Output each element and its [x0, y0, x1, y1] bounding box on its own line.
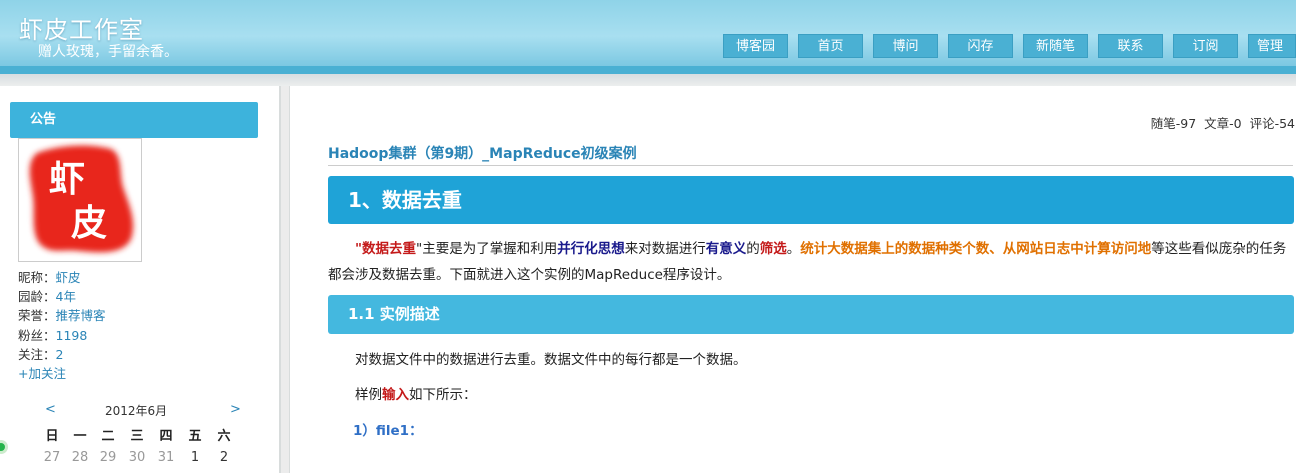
fans-link[interactable]: 1198: [56, 328, 88, 343]
highlight-text: 统计大数据集上的数据种类个数: [800, 241, 990, 257]
site-title[interactable]: 虾皮工作室: [19, 10, 144, 45]
calendar-weekday: 一: [73, 429, 87, 444]
calendar-weekday: 日: [45, 429, 59, 444]
calendar-month: 2012年6月: [105, 404, 168, 418]
info-label: 关注：: [18, 347, 56, 362]
text-span: 来对数据进行: [624, 241, 706, 257]
post-title[interactable]: Hadoop集群（第9期）_MapReduce初级案例: [328, 143, 637, 163]
calendar-day[interactable]: 28: [69, 450, 91, 465]
text-span: 如下所示：: [409, 387, 477, 403]
nav-ask[interactable]: 博问: [873, 34, 938, 58]
main-content: 随笔-97 文章-0 评论-54 Hadoop集群（第9期）_MapReduce…: [289, 86, 1296, 473]
highlight-text: 数据去重: [362, 241, 417, 257]
calendar-next-button[interactable]: >: [230, 402, 241, 417]
honor-link[interactable]: 推荐博客: [56, 308, 106, 323]
text-span: 、: [989, 241, 1003, 257]
subsection-heading: 1.1 实例描述: [328, 295, 1294, 334]
calendar-day[interactable]: 27: [41, 450, 63, 465]
age-link[interactable]: 4年: [56, 289, 76, 304]
following-link[interactable]: 2: [56, 347, 64, 362]
blog-stats: 随笔-97 文章-0 评论-54: [1150, 116, 1295, 131]
follow-button[interactable]: +加关注: [18, 363, 66, 382]
nav-admin[interactable]: 管理: [1248, 34, 1296, 58]
calendar-weekday: 五: [188, 429, 202, 444]
info-label: 荣誉：: [18, 308, 56, 323]
file-label: 1）file1：: [353, 423, 423, 439]
calendar-day[interactable]: 30: [126, 450, 148, 465]
calendar-day[interactable]: 31: [155, 450, 177, 465]
avatar-char-2: 皮: [71, 202, 107, 244]
title-divider: [328, 165, 1293, 166]
nav-subscribe[interactable]: 订阅: [1173, 34, 1238, 58]
text-span: 的: [746, 241, 760, 257]
calendar-day[interactable]: 29: [97, 450, 119, 465]
calendar-weekday: 三: [130, 429, 144, 444]
text-span: ": [355, 241, 363, 257]
intro-paragraph: "数据去重"主要是为了掌握和利用并行化思想来对数据进行有意义的筛选。统计大数据集…: [328, 236, 1293, 288]
nav-new-post[interactable]: 新随笔: [1023, 34, 1088, 58]
calendar-weekday: 六: [217, 429, 231, 444]
calendar-weekday: 二: [101, 429, 115, 444]
info-label: 粉丝：: [18, 328, 56, 343]
notice-title: 公告: [10, 102, 258, 138]
avatar-image: 虾 皮: [29, 145, 134, 253]
top-nav: 博客园 首页 博问 闪存 新随笔 联系 订阅 管理: [713, 34, 1296, 58]
highlight-text: 从网站日志中计算访问地: [1002, 241, 1152, 257]
calendar-prev-button[interactable]: <: [45, 402, 56, 417]
sidebar: 公告 虾 皮 昵称：虾皮 园龄：4年 荣誉：推荐博客 粉丝：1198 关注：2 …: [0, 86, 281, 473]
text-span: 样例: [355, 387, 382, 403]
status-dot-icon[interactable]: [0, 440, 8, 454]
highlight-text: 并行化思想: [557, 241, 625, 257]
info-fans: 粉丝：1198: [18, 325, 87, 344]
avatar[interactable]: 虾 皮: [18, 138, 142, 262]
header-shadow: [0, 74, 1296, 86]
info-honor: 荣誉：推荐博客: [18, 305, 106, 324]
avatar-char-1: 虾: [49, 158, 85, 200]
info-label: 园龄：: [18, 289, 56, 304]
info-following: 关注：2: [18, 344, 63, 363]
site-header: 虾皮工作室 赠人玫瑰，手留余香。 博客园 首页 博问 闪存 新随笔 联系 订阅 …: [0, 0, 1296, 66]
info-age: 园龄：4年: [18, 286, 76, 305]
highlight-text: 输入: [382, 387, 409, 403]
info-label: 昵称：: [18, 270, 56, 285]
sample-input-paragraph: 样例输入如下所示：: [355, 383, 477, 403]
section-heading: 1、数据去重: [328, 176, 1294, 224]
nav-contact[interactable]: 联系: [1098, 34, 1163, 58]
description-paragraph: 对数据文件中的数据进行去重。数据文件中的每行都是一个数据。: [355, 352, 747, 368]
nav-flash[interactable]: 闪存: [948, 34, 1013, 58]
nav-home[interactable]: 首页: [798, 34, 863, 58]
calendar-weekday: 四: [159, 429, 173, 444]
text-span: "主要是为了掌握和利用: [416, 241, 558, 257]
nickname-link[interactable]: 虾皮: [56, 270, 81, 285]
nav-cnblogs[interactable]: 博客园: [723, 34, 788, 58]
highlight-text: 筛选: [759, 241, 787, 257]
highlight-text: 有意义: [705, 241, 747, 257]
calendar-day[interactable]: 1: [184, 450, 206, 465]
header-band: [0, 66, 1296, 74]
info-nickname: 昵称：虾皮: [18, 267, 81, 286]
site-subtitle: 赠人玫瑰，手留余香。: [38, 44, 178, 60]
calendar-day[interactable]: 2: [213, 450, 235, 465]
text-span: 。: [786, 241, 801, 257]
